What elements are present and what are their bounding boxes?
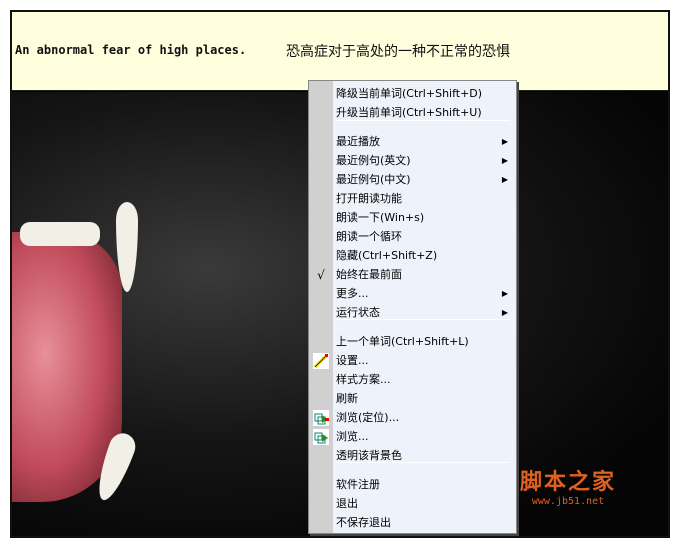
menu-item[interactable]: 隐藏(Ctrl+Shift+Z) [309, 246, 516, 265]
menu-item[interactable]: 设置... [309, 351, 516, 370]
teeth [20, 222, 100, 246]
menu-item[interactable]: 透明该背景色 [309, 446, 516, 465]
menu-item[interactable]: 朗读一下(Win+s) [309, 208, 516, 227]
menu-item-label: 始终在最前面 [336, 268, 402, 281]
menu-item[interactable]: 更多... ▶ [309, 284, 516, 303]
menu-item-label: 退出 [336, 497, 358, 510]
menu-item[interactable]: 最近播放 ▶ [309, 132, 516, 151]
menu-item-label: 隐藏(Ctrl+Shift+Z) [336, 249, 438, 262]
chinese-translation: 恐高症对于高处的一种不正常的恐惧 [286, 44, 510, 60]
menu-item[interactable]: 软件注册 [309, 475, 516, 494]
menu-item-label: 最近例句(中文) [336, 173, 411, 186]
menu-item-label: 浏览... [336, 430, 369, 443]
menu-item[interactable]: 最近例句(英文) ▶ [309, 151, 516, 170]
menu-item[interactable]: 浏览(定位)... [309, 408, 516, 427]
menu-item[interactable]: 运行状态 ▶ [309, 303, 516, 322]
menu-item[interactable]: 打开朗读功能 [309, 189, 516, 208]
menu-item[interactable]: 退出 [309, 494, 516, 513]
menu-item-label: 最近播放 [336, 135, 380, 148]
menu-item-label: 样式方案... [336, 373, 391, 386]
menu-item-label: 降级当前单词(Ctrl+Shift+D) [336, 87, 483, 100]
menu-item-label: 软件注册 [336, 478, 380, 491]
menu-item[interactable]: 上一个单词(Ctrl+Shift+L) [309, 332, 516, 351]
menu-item[interactable]: 朗读一个循环 [309, 227, 516, 246]
menu-item[interactable]: 样式方案... [309, 370, 516, 389]
menu-item[interactable]: 浏览... [309, 427, 516, 446]
menu-item-label: 浏览(定位)... [336, 411, 400, 424]
submenu-arrow-icon: ▶ [501, 308, 508, 317]
browse-icon [313, 429, 329, 445]
watermark-url: www.jb51.net [531, 496, 605, 507]
pencil-icon [313, 353, 329, 369]
watermark-title: 脚本之家 [520, 470, 617, 495]
menu-item-label: 设置... [336, 354, 369, 367]
menu-item-label: 更多... [336, 287, 369, 300]
menu-item[interactable]: 不保存退出 [309, 513, 516, 532]
menu-item[interactable]: 升级当前单词(Ctrl+Shift+U) [309, 103, 516, 122]
submenu-arrow-icon: ▶ [501, 156, 508, 165]
menu-item-label: 升级当前单词(Ctrl+Shift+U) [336, 106, 482, 119]
submenu-arrow-icon: ▶ [501, 137, 508, 146]
browse-locate-icon [313, 410, 329, 426]
menu-item-label: 最近例句(英文) [336, 154, 411, 167]
menu-item-label: 透明该背景色 [336, 449, 402, 462]
menu-item-label: 运行状态 [336, 306, 380, 319]
menu-item[interactable]: 刷新 [309, 389, 516, 408]
menu-item[interactable]: 始终在最前面 √ [309, 265, 516, 284]
menu-item-label: 朗读一下(Win+s) [336, 211, 425, 224]
menu-item-label: 刷新 [336, 392, 358, 405]
menu-item[interactable]: 最近例句(中文) ▶ [309, 170, 516, 189]
menu-item-label: 上一个单词(Ctrl+Shift+L) [336, 335, 469, 348]
submenu-arrow-icon: ▶ [501, 289, 508, 298]
menu-item-label: 打开朗读功能 [336, 192, 402, 205]
menu-item-label: 朗读一个循环 [336, 230, 402, 243]
checkmark-icon: √ [317, 268, 325, 282]
context-menu: 降级当前单词(Ctrl+Shift+D) 升级当前单词(Ctrl+Shift+U)… [308, 80, 517, 534]
watermark: 脚本之家 www.jb51.net [520, 464, 616, 507]
english-sentence: An abnormal fear of high places. [15, 43, 247, 57]
menu-item[interactable]: 降级当前单词(Ctrl+Shift+D) [309, 84, 516, 103]
submenu-arrow-icon: ▶ [501, 175, 508, 184]
menu-item-label: 不保存退出 [336, 516, 391, 529]
